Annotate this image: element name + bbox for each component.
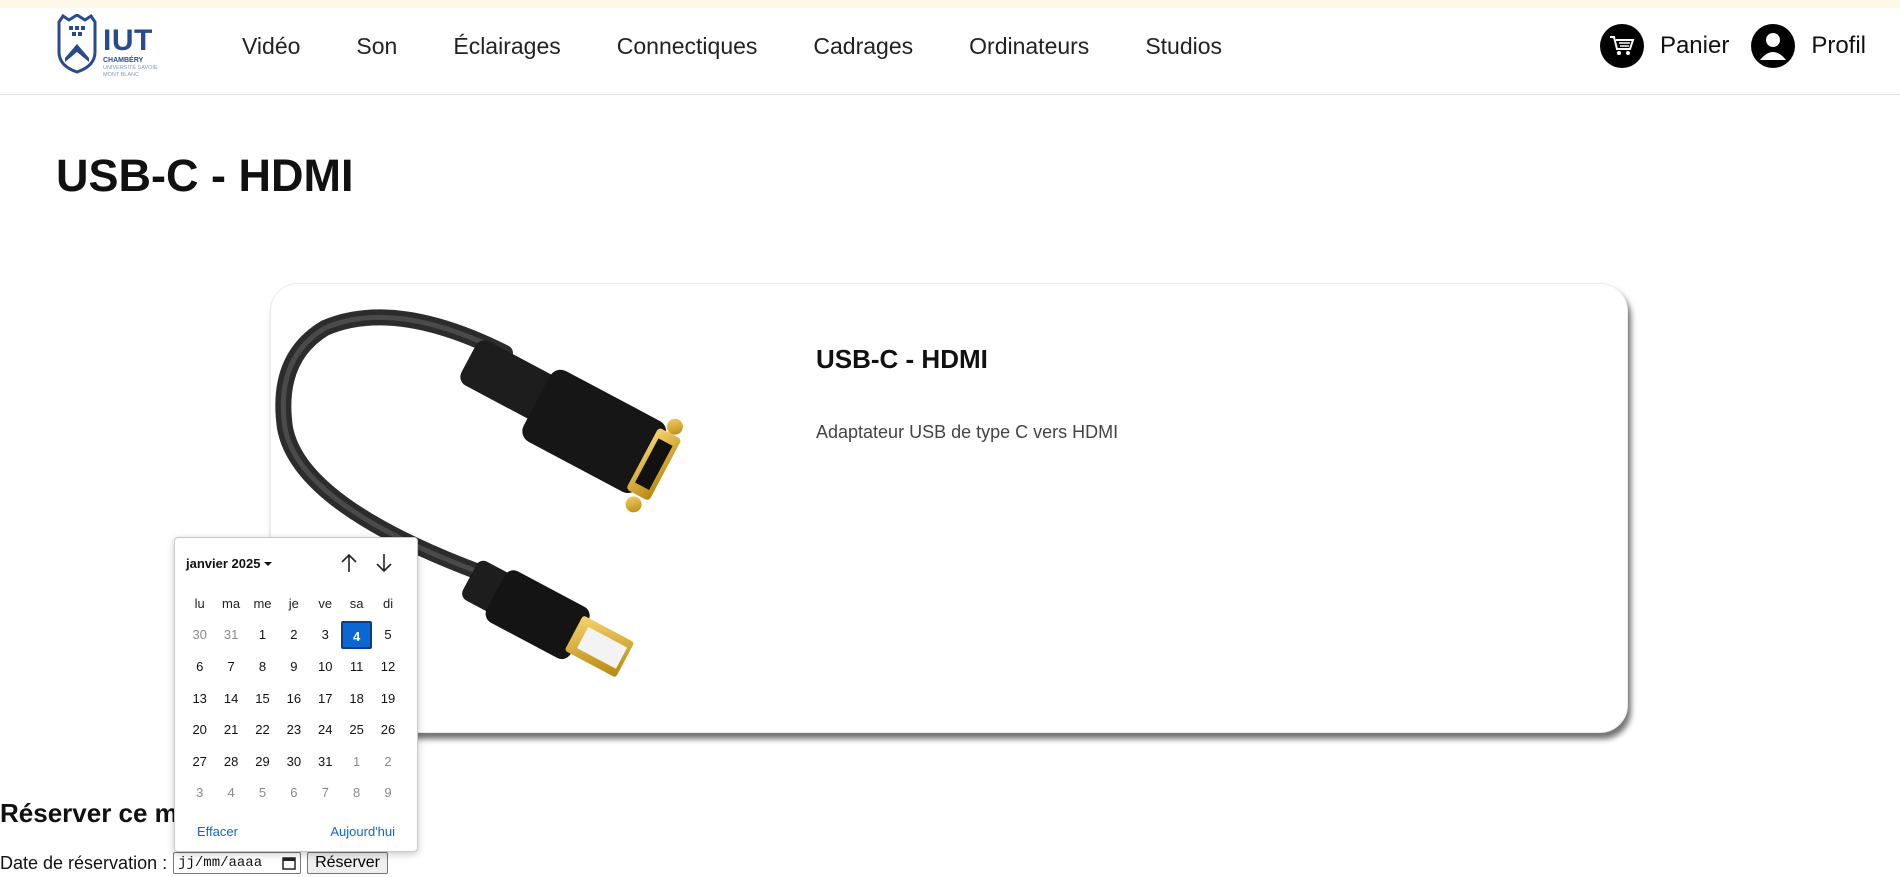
previous-month-button[interactable] bbox=[338, 552, 360, 574]
calendar-day[interactable]: 18 bbox=[341, 685, 372, 713]
nav-item-connectiques[interactable]: Connectiques bbox=[617, 33, 758, 60]
nav-item-eclairages[interactable]: Éclairages bbox=[453, 33, 560, 60]
calendar-day[interactable]: 31 bbox=[215, 621, 246, 649]
logo-shield-icon bbox=[57, 13, 97, 74]
top-strip bbox=[0, 0, 1900, 8]
date-picker-popup: janvier 2025 lu ma me je ve sa di 30 31 1 2… bbox=[174, 537, 418, 852]
calendar-day[interactable]: 29 bbox=[247, 748, 278, 776]
arrow-down-icon bbox=[376, 554, 392, 573]
calendar-day[interactable]: 1 bbox=[341, 748, 372, 776]
calendar-day[interactable]: 14 bbox=[215, 685, 246, 713]
product-description: Adaptateur USB de type C vers HDMI bbox=[816, 422, 1119, 442]
weekday-header: lu ma me je ve sa di bbox=[184, 588, 408, 620]
calendar-day[interactable]: 20 bbox=[184, 716, 215, 744]
nav-item-ordinateurs[interactable]: Ordinateurs bbox=[969, 33, 1089, 60]
calendar-day[interactable]: 9 bbox=[372, 779, 403, 807]
calendar-week-row: 3456789 bbox=[184, 778, 408, 810]
calendar-icon[interactable] bbox=[282, 856, 296, 870]
calendar-day[interactable]: 5 bbox=[247, 779, 278, 807]
calendar-week-row: 6 7 8 9 10 11 12 bbox=[184, 651, 408, 683]
nav-item-son[interactable]: Son bbox=[356, 33, 397, 60]
calendar-day[interactable]: 12 bbox=[372, 653, 403, 681]
today-button[interactable]: Aujourd'hui bbox=[330, 824, 395, 839]
calendar-day[interactable]: 6 bbox=[278, 779, 309, 807]
product-title: USB-C - HDMI bbox=[816, 344, 988, 374]
weekday-label: je bbox=[288, 595, 299, 611]
calendar-footer: Effacer Aujourd'hui bbox=[175, 824, 417, 839]
calendar-day[interactable]: 7 bbox=[310, 779, 341, 807]
calendar-day[interactable]: 25 bbox=[341, 716, 372, 744]
calendar-day[interactable]: 23 bbox=[278, 716, 309, 744]
calendar-day[interactable]: 10 bbox=[310, 653, 341, 681]
calendar-week-row: 27 28 29 30 31 1 2 bbox=[184, 746, 408, 778]
calendar-day[interactable]: 5 bbox=[372, 621, 403, 649]
month-label: janvier 2025 bbox=[186, 556, 261, 571]
calendar-day[interactable]: 27 bbox=[184, 748, 215, 776]
logo-university: UNIVERSITÉ SAVOIE MONT BLANC bbox=[103, 65, 158, 78]
calendar-day[interactable]: 30 bbox=[184, 621, 215, 649]
calendar-day[interactable]: 15 bbox=[247, 685, 278, 713]
calendar-day[interactable]: 24 bbox=[310, 716, 341, 744]
iut-logo[interactable]: IUT CHAMBÉRY UNIVERSITÉ SAVOIE MONT BLAN… bbox=[55, 13, 175, 78]
calendar-day[interactable]: 8 bbox=[247, 653, 278, 681]
main-nav: Vidéo Son Éclairages Connectiques Cadrag… bbox=[242, 33, 1278, 60]
calendar-day[interactable]: 8 bbox=[341, 779, 372, 807]
date-input[interactable]: jj/mm/aaaa bbox=[173, 852, 302, 874]
calendar-day[interactable]: 3 bbox=[310, 621, 341, 649]
cart-link[interactable]: Panier bbox=[1660, 32, 1729, 60]
nav-item-studios[interactable]: Studios bbox=[1145, 33, 1222, 60]
reservation-form: Date de réservation : jj/mm/aaaa Réserve… bbox=[0, 852, 388, 874]
calendar-day[interactable]: 6 bbox=[184, 653, 215, 681]
calendar-day[interactable]: 28 bbox=[215, 748, 246, 776]
calendar-day[interactable]: 2 bbox=[372, 748, 403, 776]
calendar-day[interactable]: 26 bbox=[372, 716, 403, 744]
clear-button[interactable]: Effacer bbox=[197, 824, 238, 839]
weekday-label: di bbox=[382, 595, 394, 611]
logo-subtext: CHAMBÉRY bbox=[103, 57, 144, 64]
calendar-day[interactable]: 11 bbox=[341, 653, 372, 681]
calendar-day[interactable]: 1 bbox=[247, 621, 278, 649]
cart-icon[interactable] bbox=[1599, 24, 1644, 68]
page-title: USB-C - HDMI bbox=[56, 150, 354, 201]
nav-item-video[interactable]: Vidéo bbox=[242, 33, 300, 60]
calendar-day[interactable]: 19 bbox=[372, 685, 403, 713]
header-actions: Panier Profil bbox=[1599, 24, 1866, 68]
weekday-label: ma bbox=[222, 595, 241, 611]
arrow-up-icon bbox=[341, 553, 357, 572]
weekday-label: lu bbox=[194, 595, 205, 611]
nav-item-cadrages[interactable]: Cadrages bbox=[813, 33, 913, 60]
weekday-label: ve bbox=[318, 595, 333, 611]
chevron-down-icon bbox=[264, 561, 273, 566]
site-header: IUT CHAMBÉRY UNIVERSITÉ SAVOIE MONT BLAN… bbox=[0, 8, 1900, 95]
next-month-button[interactable] bbox=[373, 552, 395, 574]
calendar-week-row: 30 31 1 2 3 4 5 bbox=[184, 620, 408, 652]
calendar-week-row: 20 21 22 23 24 25 26 bbox=[184, 714, 408, 746]
weekday-label: me bbox=[253, 595, 272, 611]
calendar-grid: lu ma me je ve sa di 30 31 1 2 3 4 5 6 7 8 9 10 11 12… bbox=[184, 588, 408, 809]
calendar-day[interactable]: 31 bbox=[310, 748, 341, 776]
profile-link[interactable]: Profil bbox=[1811, 32, 1866, 60]
reservation-title: Réserver ce m bbox=[0, 798, 178, 828]
calendar-day[interactable]: 7 bbox=[215, 653, 246, 681]
calendar-day[interactable]: 16 bbox=[278, 685, 309, 713]
calendar-day[interactable]: 17 bbox=[310, 685, 341, 713]
calendar-day[interactable]: 4 bbox=[215, 779, 246, 807]
logo-text: IUT bbox=[103, 24, 153, 57]
profile-icon[interactable] bbox=[1751, 24, 1796, 68]
calendar-week-row: 13 14 15 16 17 18 19 bbox=[184, 683, 408, 715]
calendar-day[interactable]: 3 bbox=[184, 779, 215, 807]
calendar-day-selected[interactable]: 4 bbox=[340, 621, 373, 650]
calendar-day[interactable]: 13 bbox=[184, 685, 215, 713]
calendar-day[interactable]: 9 bbox=[278, 653, 309, 681]
reserve-button[interactable]: Réserver bbox=[307, 852, 388, 874]
month-selector[interactable]: janvier 2025 bbox=[186, 556, 273, 571]
calendar-day[interactable]: 22 bbox=[247, 716, 278, 744]
weekday-label: sa bbox=[349, 595, 364, 611]
product-card: USB-C - HDMI Adaptateur USB de type C ve… bbox=[270, 283, 1628, 733]
calendar-day[interactable]: 21 bbox=[215, 716, 246, 744]
calendar-day[interactable]: 30 bbox=[278, 748, 309, 776]
date-placeholder: jj/mm/aaaa bbox=[178, 855, 263, 871]
date-label: Date de réservation : bbox=[0, 852, 168, 873]
calendar-day[interactable]: 2 bbox=[278, 621, 309, 649]
